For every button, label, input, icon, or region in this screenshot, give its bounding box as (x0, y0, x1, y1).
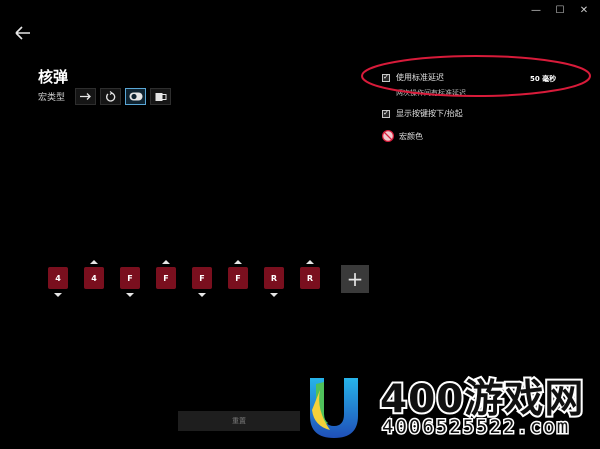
use-standard-delay-option[interactable]: ✓ 使用标准延迟 (382, 72, 444, 83)
no-repeat-icon (80, 93, 91, 100)
key-down-arrow-icon (270, 293, 278, 297)
key-down-arrow-icon (54, 293, 62, 297)
minimize-button[interactable]: — (524, 2, 548, 18)
delay-value[interactable]: 50 毫秒 (530, 74, 556, 84)
macro-key-up[interactable]: R (300, 267, 320, 289)
macro-type-sequence-button[interactable] (150, 88, 172, 105)
macro-key-down[interactable]: 4 (48, 267, 68, 289)
key-up-arrow-icon (162, 260, 170, 264)
watermark-url: 4006525522.com (380, 415, 571, 440)
macro-color-label: 宏颜色 (399, 131, 423, 141)
show-key-up-down-option[interactable]: ✓ 显示按键按下/抬起 (382, 108, 463, 119)
no-color-icon (382, 130, 394, 142)
key-up-arrow-icon (90, 260, 98, 264)
use-standard-delay-checkbox[interactable]: ✓ (382, 73, 390, 82)
window-controls: — ☐ ✕ (524, 2, 596, 18)
page-title: 核弹 (38, 68, 69, 86)
macro-key-down[interactable]: R (264, 267, 284, 289)
key-down-arrow-icon (126, 293, 134, 297)
watermark-logo-icon (310, 378, 358, 438)
macro-type-repeat-button[interactable] (100, 88, 122, 105)
key-up-arrow-icon (234, 260, 242, 264)
macro-color-option[interactable]: 宏颜色 (382, 130, 423, 142)
macro-key-up[interactable]: F (156, 267, 176, 289)
maximize-button[interactable]: ☐ (548, 2, 572, 18)
add-action-button[interactable]: + (341, 265, 369, 293)
macro-key-down[interactable]: F (120, 267, 140, 289)
macro-key-up[interactable]: F (228, 267, 248, 289)
key-up-arrow-icon (306, 260, 314, 264)
macro-type-toggle-button[interactable] (125, 88, 147, 105)
macro-type-row: 宏类型 (38, 88, 175, 105)
key-down-arrow-icon (198, 293, 206, 297)
show-key-up-down-checkbox[interactable]: ✓ (382, 109, 390, 118)
back-arrow-icon[interactable] (14, 25, 32, 41)
delay-note: 两次操作间有标准延迟 (396, 89, 466, 97)
macro-key-up[interactable]: 4 (84, 267, 104, 289)
show-key-up-down-label: 显示按键按下/抬起 (396, 109, 463, 118)
reset-button[interactable]: 重置 (178, 411, 300, 431)
repeat-while-held-icon (105, 90, 115, 102)
macro-type-no-repeat-button[interactable] (75, 88, 97, 105)
sequence-icon (155, 92, 167, 101)
macro-type-label: 宏类型 (38, 93, 66, 103)
use-standard-delay-label: 使用标准延迟 (396, 73, 444, 82)
macro-key-down[interactable]: F (192, 267, 212, 289)
close-button[interactable]: ✕ (572, 2, 596, 18)
watermark: 400游戏网 4006525522.com (302, 364, 600, 449)
toggle-icon (129, 92, 143, 101)
